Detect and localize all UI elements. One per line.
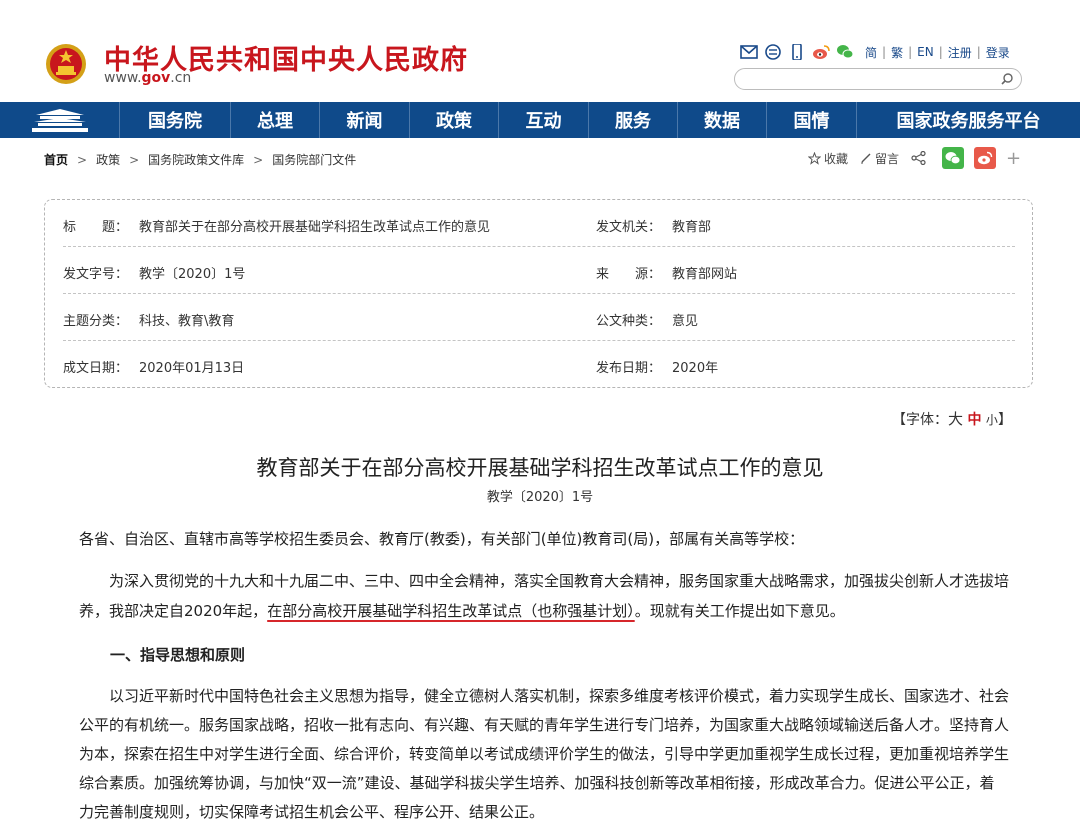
breadcrumb-home[interactable]: 首页 xyxy=(44,151,68,168)
font-size-control: 【字体：大 中 小】 xyxy=(892,408,1012,429)
nav-item-policy[interactable]: 政策 xyxy=(410,102,499,138)
rss-icon[interactable] xyxy=(764,44,782,60)
info-value-topic: 科技、教育\教育 xyxy=(139,314,235,329)
info-value-written-date: 2020年01月13日 xyxy=(139,361,245,376)
article-title: 教育部关于在部分高校开展基础学科招生改革试点工作的意见 xyxy=(256,456,824,480)
more-share-button[interactable]: + xyxy=(1006,148,1021,169)
nav-item-news[interactable]: 新闻 xyxy=(320,102,410,138)
info-label-source: 来 源： xyxy=(596,267,662,282)
header-tools: 简 | 繁 | EN | 注册 | 登录 xyxy=(740,43,1015,61)
info-row: 成文日期： 2020年01月13日 发布日期： 2020年 xyxy=(63,341,1015,388)
info-label-written-date: 成文日期： xyxy=(63,361,129,376)
info-row: 发文字号： 教学〔2020〕1号 来 源： 教育部网站 xyxy=(63,247,1015,294)
info-label-doc-number: 发文字号： xyxy=(63,267,129,282)
breadcrumb-policy-library[interactable]: 国务院政策文件库 xyxy=(148,151,244,168)
info-row: 主题分类： 科技、教育\教育 公文种类： 意见 xyxy=(63,294,1015,341)
favorite-button[interactable]: 收藏 xyxy=(808,150,848,167)
font-size-open: 【字体： xyxy=(892,412,948,428)
info-value-source: 教育部网站 xyxy=(672,267,738,282)
divider: | xyxy=(882,45,887,59)
weibo-icon xyxy=(978,151,993,165)
traditional-chinese-link[interactable]: 繁 xyxy=(891,44,903,61)
info-label-doc-type: 公文种类： xyxy=(596,314,662,329)
wechat-share-button[interactable] xyxy=(942,147,965,169)
font-size-close: 】 xyxy=(997,412,1012,428)
divider: | xyxy=(976,45,981,59)
share-button[interactable] xyxy=(911,151,930,165)
english-link[interactable]: EN xyxy=(917,45,934,59)
share-icon xyxy=(911,151,926,165)
nav-item-services[interactable]: 服务 xyxy=(589,102,678,138)
info-value-issuer: 教育部 xyxy=(672,220,712,235)
info-value-publish-date: 2020年 xyxy=(672,361,719,376)
nav-home[interactable] xyxy=(0,102,120,138)
font-size-medium-button[interactable]: 中 xyxy=(967,412,981,428)
main-nav: 国务院 总理 新闻 政策 互动 服务 数据 国情 国家政务服务平台 xyxy=(0,102,1080,138)
register-link[interactable]: 注册 xyxy=(948,44,972,61)
site-header: 中华人民共和国中央人民政府 www.gov.cn 简 | 繁 | EN | 注册… xyxy=(0,0,1080,102)
divider: | xyxy=(938,45,943,59)
site-url-suffix: .cn xyxy=(170,70,192,86)
info-label-topic: 主题分类： xyxy=(63,314,129,329)
article-doc-number: 教学〔2020〕1号 xyxy=(486,490,594,505)
national-emblem-icon[interactable] xyxy=(44,40,88,86)
article-intro-paragraph: 为深入贯彻党的十九大和十九届二中、三中、四中全会精神，落实全国教育大会精神，服务… xyxy=(79,566,1009,626)
divider: | xyxy=(908,45,913,59)
font-size-large-button[interactable]: 大 xyxy=(948,410,963,428)
info-value-title: 教育部关于在部分高校开展基础学科招生改革试点工作的意见 xyxy=(139,220,491,235)
site-url-gov: gov xyxy=(141,70,171,86)
breadcrumb-separator: > xyxy=(77,152,88,167)
pencil-icon xyxy=(861,153,871,164)
highlighted-text: 在部分高校开展基础学科招生改革试点（也称强基计划） xyxy=(267,602,635,620)
section-body-paragraph: 以习近平新时代中国特色社会主义思想为指导，健全立德树人落实机制，探索多维度考核评… xyxy=(79,687,1010,821)
breadcrumb: 首页 > 政策 > 国务院政策文件库 > 国务院部门文件 xyxy=(44,151,356,168)
breadcrumb-department-docs[interactable]: 国务院部门文件 xyxy=(272,151,356,168)
mobile-icon[interactable] xyxy=(788,44,806,60)
info-label-issuer: 发文机关： xyxy=(596,220,662,235)
search-icon[interactable] xyxy=(999,71,1015,87)
breadcrumb-policy[interactable]: 政策 xyxy=(96,151,120,168)
weibo-icon[interactable] xyxy=(812,44,830,60)
info-value-doc-type: 意见 xyxy=(672,314,699,329)
share-toolbar: 收藏 留言 + xyxy=(808,146,1021,170)
favorite-label: 收藏 xyxy=(824,151,849,166)
wechat-icon xyxy=(945,152,961,165)
nav-item-national-info[interactable]: 国情 xyxy=(767,102,857,138)
info-row: 标 题： 教育部关于在部分高校开展基础学科招生改革试点工作的意见 发文机关： 教… xyxy=(63,200,1015,247)
nav-item-state-council[interactable]: 国务院 xyxy=(120,102,231,138)
intro-text-end: 。现就有关工作提出如下意见。 xyxy=(634,602,845,620)
nav-item-data[interactable]: 数据 xyxy=(678,102,767,138)
simplified-chinese-link[interactable]: 简 xyxy=(865,44,877,61)
tiananmen-icon xyxy=(31,109,88,132)
info-label-publish-date: 发布日期： xyxy=(596,361,662,376)
document-info-box: 标 题： 教育部关于在部分高校开展基础学科招生改革试点工作的意见 发文机关： 教… xyxy=(44,199,1033,388)
search-input[interactable] xyxy=(734,68,1022,90)
site-url-prefix: www. xyxy=(104,70,142,86)
info-label-title: 标 题： xyxy=(63,220,129,235)
mail-icon[interactable] xyxy=(740,44,758,60)
info-value-doc-number: 教学〔2020〕1号 xyxy=(139,267,246,282)
nav-item-premier[interactable]: 总理 xyxy=(231,102,320,138)
weibo-share-button[interactable] xyxy=(974,147,997,169)
comment-button[interactable]: 留言 xyxy=(860,150,899,167)
nav-item-interaction[interactable]: 互动 xyxy=(499,102,589,138)
comment-label: 留言 xyxy=(875,151,900,166)
star-icon xyxy=(808,151,821,165)
breadcrumb-separator: > xyxy=(253,152,264,167)
wechat-icon[interactable] xyxy=(836,44,854,60)
article-greeting: 各省、自治区、直辖市高等学校招生委员会、教育厅(教委)，有关部门(单位)教育司(… xyxy=(79,530,805,548)
login-link[interactable]: 登录 xyxy=(986,44,1010,61)
site-url[interactable]: www.gov.cn xyxy=(104,70,191,86)
section-heading: 一、指导思想和原则 xyxy=(110,646,246,664)
nav-item-gov-service-platform[interactable]: 国家政务服务平台 xyxy=(857,102,1080,138)
breadcrumb-separator: > xyxy=(129,152,140,167)
font-size-small-button[interactable]: 小 xyxy=(986,413,998,427)
